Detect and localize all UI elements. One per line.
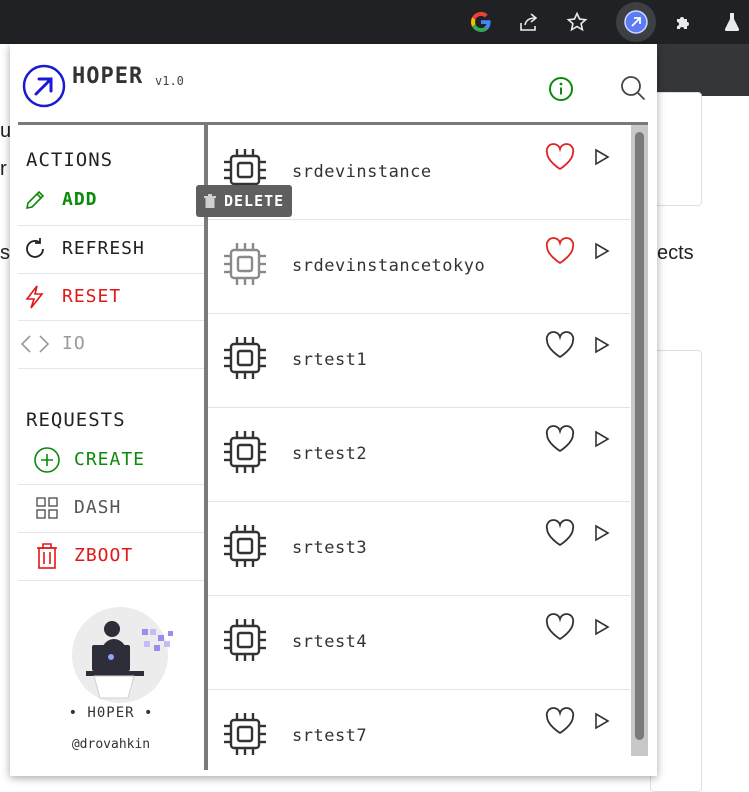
requests-section-title: REQUESTS <box>26 409 126 431</box>
hoper-logo-icon <box>22 64 66 108</box>
instance-name: srdevinstance <box>292 162 432 182</box>
star-icon[interactable] <box>562 7 592 37</box>
instance-row[interactable]: srtest7 <box>208 689 630 770</box>
play-icon[interactable] <box>594 336 610 354</box>
play-icon[interactable] <box>594 148 610 166</box>
zboot-button[interactable]: ZBOOT <box>18 532 204 579</box>
instance-name: srtest1 <box>292 350 368 370</box>
refresh-icon <box>20 234 50 264</box>
favorite-heart-icon[interactable] <box>544 142 576 172</box>
chip-icon <box>224 619 266 661</box>
search-icon[interactable] <box>619 74 647 102</box>
code-brackets-icon <box>20 329 50 359</box>
sidebar: ACTIONS ADD REFRESH RESET IO REQUESTS CR… <box>18 125 204 770</box>
chip-icon <box>224 243 266 285</box>
background-text: ects <box>657 242 694 264</box>
hoper-popup: HOPER v1.0 ACTIONS ADD REFRESH RESET IO … <box>10 44 657 776</box>
dash-label: DASH <box>74 497 122 518</box>
share-icon[interactable] <box>514 7 544 37</box>
delete-tooltip-label: DELETE <box>224 192 285 210</box>
separator <box>18 368 204 369</box>
zboot-label: ZBOOT <box>74 545 134 566</box>
credit-name: • H0PER • <box>68 705 154 721</box>
instance-row[interactable]: srtest2 <box>208 407 630 502</box>
heart-icon[interactable] <box>544 612 576 642</box>
heart-icon[interactable] <box>544 706 576 736</box>
background-text: r <box>0 158 7 180</box>
play-icon[interactable] <box>594 524 610 542</box>
instance-name: srtest4 <box>292 632 368 652</box>
separator <box>18 580 204 581</box>
io-label: IO <box>62 333 86 354</box>
plus-circle-icon <box>32 445 62 475</box>
delete-tooltip: DELETE <box>196 185 293 217</box>
background-card <box>650 92 702 206</box>
reset-label: RESET <box>62 286 122 307</box>
chip-icon <box>224 713 266 755</box>
heart-icon[interactable] <box>544 330 576 360</box>
favorite-heart-icon[interactable] <box>544 236 576 266</box>
grid-icon <box>32 493 62 523</box>
instance-list: srdevinstance srdevinstancetokyo srtest1 sr… <box>208 125 630 770</box>
background-text: s <box>0 242 10 264</box>
instance-name: srtest7 <box>292 726 368 746</box>
browser-strip <box>657 44 749 96</box>
lab-flask-icon[interactable] <box>717 7 747 37</box>
create-button[interactable]: CREATE <box>18 436 204 483</box>
scrollbar-thumb[interactable] <box>635 132 644 740</box>
refresh-label: REFRESH <box>62 238 145 259</box>
lightning-icon <box>20 282 50 312</box>
credit-handle[interactable]: @drovahkin <box>18 737 204 752</box>
chip-icon <box>224 337 266 379</box>
instance-name: srdevinstancetokyo <box>292 256 486 276</box>
instance-name: srtest3 <box>292 538 368 558</box>
brand-title: HOPER <box>72 64 144 89</box>
puzzle-extensions-icon[interactable] <box>669 7 699 37</box>
trash-icon <box>32 541 62 571</box>
actions-section-title: ACTIONS <box>26 149 114 171</box>
play-icon[interactable] <box>594 712 610 730</box>
dash-button[interactable]: DASH <box>18 484 204 531</box>
add-label: ADD <box>62 189 98 210</box>
chip-icon <box>224 431 266 473</box>
popup-header: HOPER v1.0 <box>10 44 657 123</box>
version-label: v1.0 <box>155 74 184 88</box>
developer-avatar <box>72 607 173 703</box>
instance-row[interactable]: srdevinstancetokyo <box>208 219 630 314</box>
info-icon[interactable] <box>548 76 574 102</box>
instance-row[interactable]: srtest3 <box>208 501 630 596</box>
heart-icon[interactable] <box>544 424 576 454</box>
play-icon[interactable] <box>594 618 610 636</box>
pencil-icon <box>20 185 50 215</box>
io-button[interactable]: IO <box>18 320 204 367</box>
google-icon[interactable] <box>466 7 496 37</box>
instance-row[interactable]: srtest1 <box>208 313 630 408</box>
add-button[interactable]: ADD <box>18 176 204 223</box>
heart-icon[interactable] <box>544 518 576 548</box>
reset-button[interactable]: RESET <box>18 273 204 320</box>
create-label: CREATE <box>74 449 146 470</box>
play-icon[interactable] <box>594 242 610 260</box>
background-card <box>650 350 702 792</box>
trash-icon <box>204 194 216 208</box>
instance-name: srtest2 <box>292 444 368 464</box>
instance-row[interactable]: srtest4 <box>208 595 630 690</box>
refresh-button[interactable]: REFRESH <box>18 225 204 272</box>
play-icon[interactable] <box>594 430 610 448</box>
chip-icon <box>224 525 266 567</box>
browser-toolbar <box>0 0 749 44</box>
hoper-extension-icon[interactable] <box>621 7 651 37</box>
